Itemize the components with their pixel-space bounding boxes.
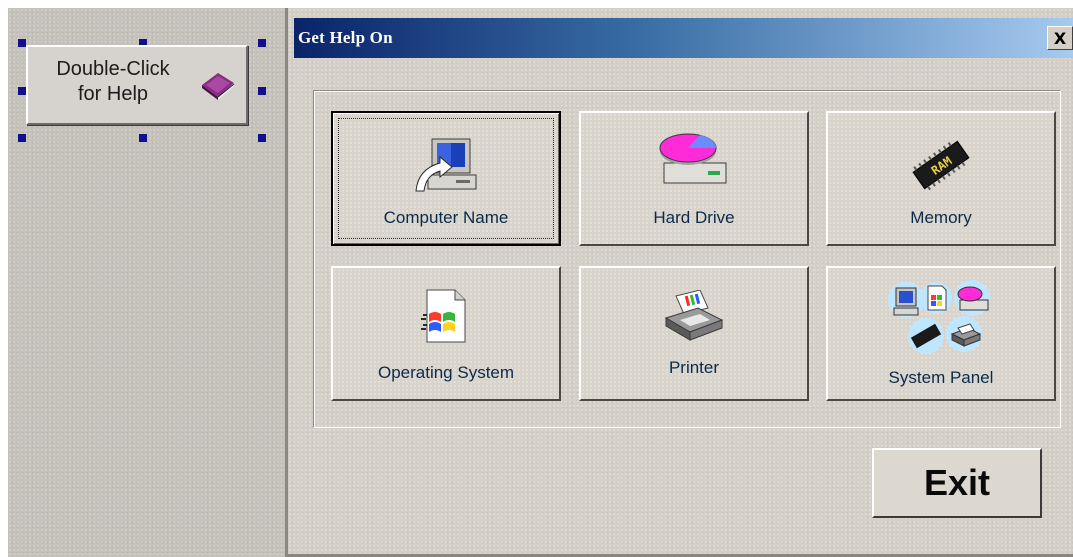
exit-button[interactable]: Exit [872, 448, 1042, 518]
help-button-label: Double-Click for Help [38, 57, 188, 107]
selection-handle[interactable] [258, 134, 266, 142]
selection-handle[interactable] [258, 39, 266, 47]
close-icon: X [1053, 28, 1067, 48]
tile-label: Computer Name [383, 208, 509, 227]
book-icon [200, 69, 236, 106]
selection-handle[interactable] [139, 134, 147, 142]
close-button[interactable]: X [1047, 26, 1073, 50]
tile-system-panel[interactable]: System Panel [826, 266, 1056, 401]
help-topics-group: Computer Name Hard Drive RAM Memory Oper… [313, 90, 1061, 428]
tile-printer[interactable]: Printer [579, 266, 809, 401]
hard-drive-icon [581, 133, 807, 189]
tile-operating-system[interactable]: Operating System [331, 266, 561, 401]
tile-label: Printer [668, 358, 720, 377]
tile-label: System Panel [888, 368, 994, 387]
tile-label: Operating System [377, 363, 515, 382]
tile-label: Memory [910, 208, 972, 227]
tile-memory[interactable]: RAM Memory [826, 111, 1056, 246]
selection-handle[interactable] [18, 39, 26, 47]
tile-label: Hard Drive [653, 208, 735, 227]
memory-chip-icon: RAM [828, 139, 1054, 191]
operating-system-icon [333, 288, 559, 344]
help-button-line-1: Double-Click [56, 58, 170, 80]
help-button-line-2: for Help [77, 83, 149, 105]
printer-icon [581, 290, 807, 342]
computer-icon [333, 135, 559, 193]
tile-hard-drive[interactable]: Hard Drive [579, 111, 809, 246]
selection-handle[interactable] [258, 87, 266, 95]
dialog-title: Get Help On [298, 28, 393, 47]
selection-handle[interactable] [18, 134, 26, 142]
exit-label: Exit [923, 462, 991, 503]
double-click-help-button[interactable]: Double-Click for Help [26, 45, 248, 125]
tile-computer-name[interactable]: Computer Name [331, 111, 561, 246]
selection-handle[interactable] [18, 87, 26, 95]
get-help-on-dialog: Get Help On X Computer Name Hard Drive R… [285, 8, 1073, 557]
system-panel-icon [828, 278, 1054, 358]
dialog-titlebar[interactable]: Get Help On X [294, 18, 1073, 58]
